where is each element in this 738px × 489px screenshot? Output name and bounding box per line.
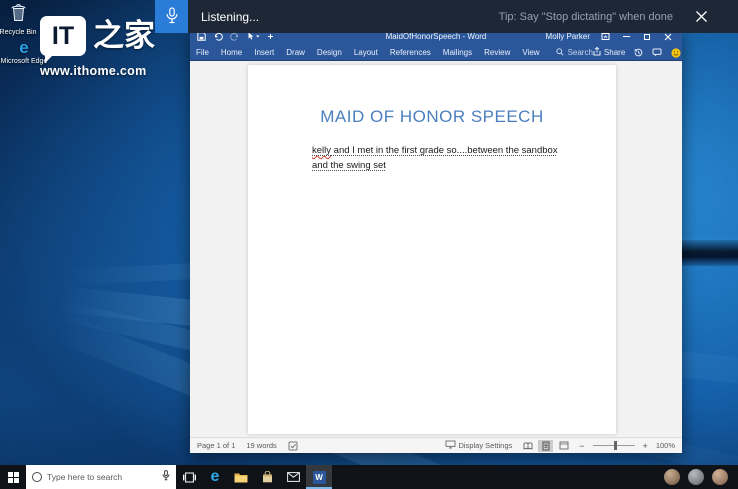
statusbar-left: Page 1 of 1 19 words (190, 441, 299, 451)
taskbar-edge-button[interactable]: e (202, 465, 228, 489)
tab-file[interactable]: File (190, 48, 215, 57)
display-settings-icon (445, 440, 456, 451)
display-settings-button[interactable]: Display Settings (445, 440, 513, 451)
document-text[interactable]: and I met in the first grade so....betwe… (331, 145, 558, 156)
tab-references[interactable]: References (384, 48, 437, 57)
word-window: MaidOfHonorSpeech - Word Molly Parker Fi… (190, 28, 682, 453)
document-body[interactable]: kelly and I met in the first grade so...… (248, 143, 616, 173)
file-explorer-icon (234, 473, 248, 482)
customize-quick-access-button[interactable] (267, 33, 275, 41)
close-icon (696, 11, 707, 22)
tab-mailings[interactable]: Mailings (437, 48, 478, 57)
document-text-line[interactable]: kelly and I met in the first grade so...… (312, 143, 574, 158)
edge-icon: e (210, 468, 220, 485)
zoom-level-indicator[interactable]: 100% (656, 441, 675, 450)
dictation-tip-text: Tip: Say "Stop dictating" when done (498, 10, 673, 23)
document-canvas-area: MAID OF HONOR SPEECH kelly and I met in … (190, 61, 682, 437)
document-text-line[interactable]: and the swing set (312, 158, 574, 173)
ithome-logo-chinese: 之家 (93, 18, 155, 53)
page-indicator[interactable]: Page 1 of 1 (197, 441, 235, 450)
ribbon-tab-row: File Home Insert Draw Design Layout Refe… (190, 45, 682, 61)
microsoft-store-icon (262, 471, 272, 483)
dictation-status-text: Listening... (201, 9, 260, 24)
print-layout-button[interactable] (538, 439, 554, 452)
proofing-status-icon[interactable] (288, 441, 299, 451)
start-button[interactable] (0, 465, 26, 489)
read-mode-button[interactable] (520, 440, 535, 452)
desktop-icon-label: Recycle Bin (0, 29, 37, 36)
share-label: Share (603, 48, 626, 57)
windows-logo-icon (7, 471, 19, 483)
undo-button[interactable] (213, 32, 223, 41)
view-mode-switcher (520, 439, 571, 452)
comments-icon[interactable] (652, 48, 662, 57)
taskbar-file-explorer-button[interactable] (228, 465, 254, 489)
tab-draw[interactable]: Draw (280, 48, 311, 57)
ithome-watermark: IT 之家 www.ithome.com (40, 16, 155, 78)
document-page[interactable]: MAID OF HONOR SPEECH kelly and I met in … (248, 65, 616, 434)
share-button[interactable]: Share (593, 46, 626, 58)
word-statusbar: Page 1 of 1 19 words Display Settings − … (190, 437, 682, 453)
taskbar-word-button[interactable]: W (306, 465, 332, 489)
microphone-icon (164, 6, 180, 27)
task-view-icon (182, 472, 196, 482)
share-icon (593, 46, 601, 58)
document-heading[interactable]: MAID OF HONOR SPEECH (248, 107, 616, 127)
tab-review[interactable]: Review (478, 48, 516, 57)
dictation-close-button[interactable] (695, 10, 708, 23)
taskbar-search-input[interactable] (47, 472, 157, 482)
ithome-logo: IT (40, 16, 86, 63)
dictation-bar: Listening... Tip: Say "Stop dictating" w… (155, 0, 738, 33)
ribbon-search-label: Search (567, 48, 593, 57)
word-icon: W (312, 470, 326, 484)
taskbar-mail-button[interactable] (280, 465, 306, 489)
zoom-out-button[interactable]: − (579, 441, 584, 451)
misspelled-word[interactable]: kelly (312, 145, 331, 156)
feedback-smiley-icon[interactable] (671, 47, 681, 58)
search-microphone-icon[interactable] (162, 468, 170, 486)
taskbar-search-box[interactable] (26, 465, 176, 489)
people-contact-avatar[interactable] (664, 469, 680, 485)
ithome-url: www.ithome.com (40, 64, 147, 78)
dictation-microphone-button[interactable] (155, 0, 188, 33)
mail-icon (286, 472, 300, 482)
zoom-in-button[interactable]: + (643, 441, 648, 451)
display-settings-label: Display Settings (458, 441, 513, 450)
people-contact-avatar[interactable] (688, 469, 704, 485)
recycle-bin-icon (10, 3, 27, 27)
activity-history-icon[interactable] (634, 48, 643, 57)
tab-insert[interactable]: Insert (248, 48, 280, 57)
touch-mouse-mode-button[interactable] (247, 32, 260, 41)
tab-layout[interactable]: Layout (348, 48, 384, 57)
task-view-button[interactable] (176, 465, 202, 489)
desktop-screen: Recycle Bin e Microsoft Edge IT 之家 www.i… (0, 0, 738, 489)
taskbar: e W (0, 465, 738, 489)
save-button[interactable] (197, 32, 206, 41)
edge-icon: e (19, 38, 29, 57)
tab-home[interactable]: Home (215, 48, 248, 57)
redo-button[interactable] (230, 32, 240, 41)
ithome-logo-text: IT (51, 21, 75, 50)
people-contact-avatar[interactable] (712, 469, 728, 485)
zoom-slider[interactable] (592, 441, 635, 450)
quick-access-toolbar (190, 32, 275, 41)
search-icon (555, 47, 564, 58)
ribbon-right-controls: Share (593, 46, 688, 58)
tab-design[interactable]: Design (311, 48, 348, 57)
taskbar-store-button[interactable] (254, 465, 280, 489)
signed-in-user[interactable]: Molly Parker (546, 32, 590, 41)
zoom-slider-thumb[interactable] (613, 441, 617, 450)
ribbon-search-box[interactable]: Search (555, 47, 593, 58)
desktop-icon-recycle-bin[interactable]: Recycle Bin (0, 3, 42, 37)
statusbar-right: Display Settings − + 100% (445, 439, 683, 452)
cortana-icon (32, 472, 42, 482)
web-layout-button[interactable] (556, 440, 571, 452)
word-count-indicator[interactable]: 19 words (246, 441, 276, 450)
taskbar-people (664, 465, 738, 489)
tab-view[interactable]: View (516, 48, 545, 57)
